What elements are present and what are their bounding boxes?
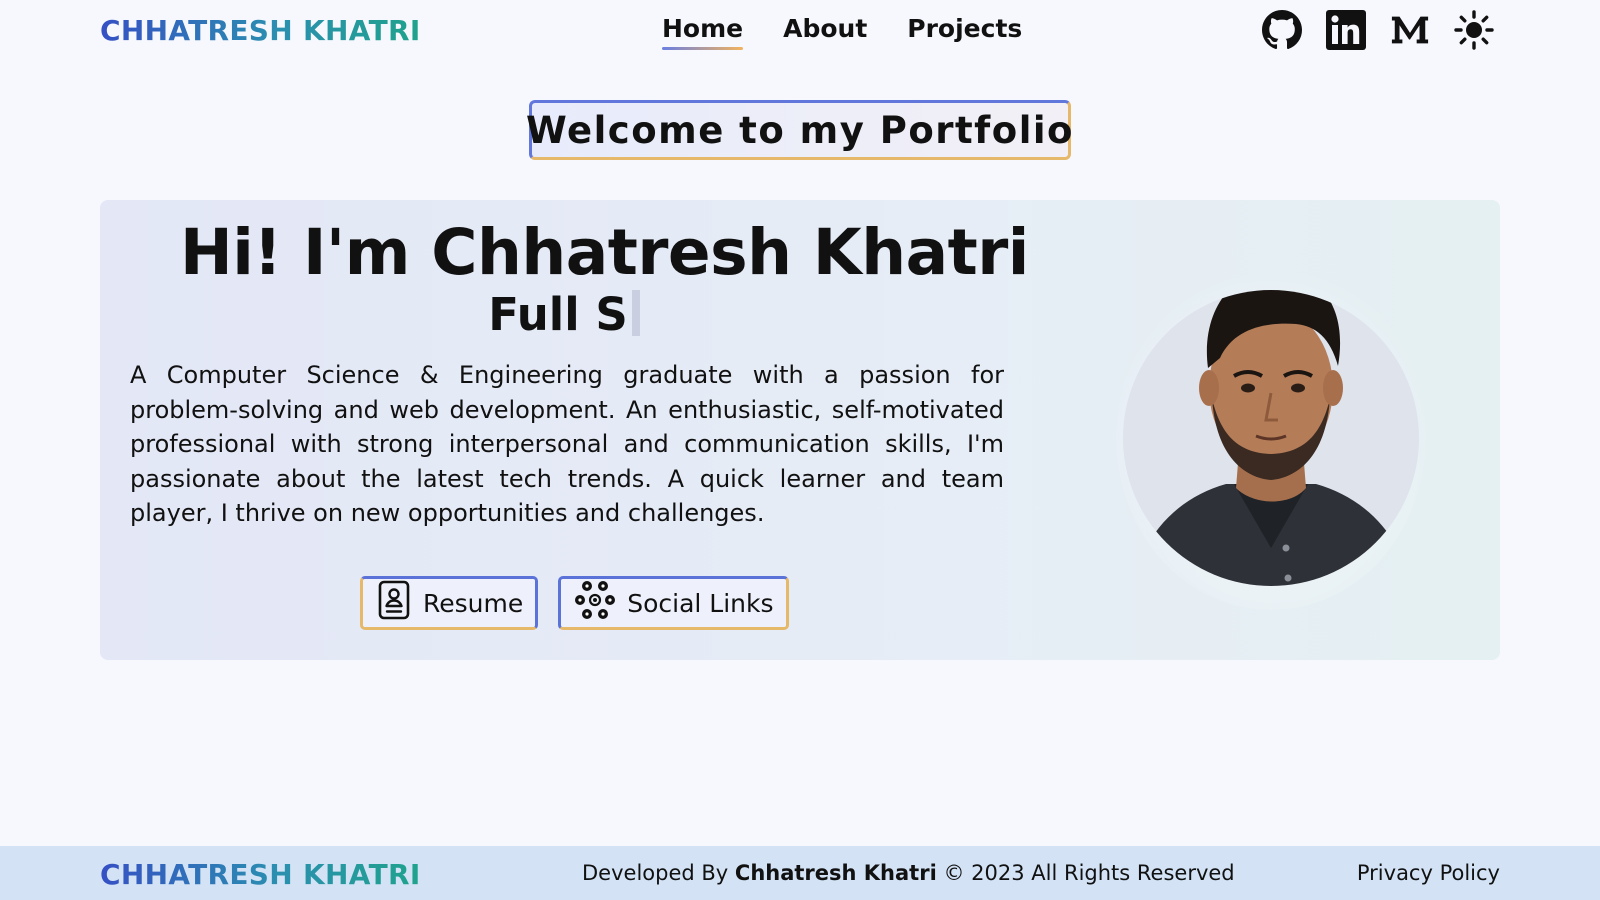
sun-icon[interactable] (1454, 10, 1494, 50)
hero-bio: A Computer Science & Engineering graduat… (130, 361, 1004, 527)
privacy-policy-link[interactable]: Privacy Policy (1357, 861, 1500, 885)
profile-photo (1116, 266, 1426, 610)
site-header: CHHATRESH KHATRI Home About Projects (0, 0, 1600, 62)
welcome-text: Welcome to my Portfolio (526, 108, 1074, 152)
credit-suffix: © 2023 All Rights Reserved (943, 861, 1235, 885)
social-links-button[interactable]: Social Links (558, 576, 789, 630)
site-logo[interactable]: CHHATRESH KHATRI (100, 14, 421, 47)
hero-role: Full S (180, 288, 948, 341)
footer-credit: Developed By Chhatresh Khatri © 2023 All… (582, 861, 1235, 885)
github-icon[interactable] (1262, 10, 1302, 50)
role-typed-text: Full S (488, 288, 628, 341)
main-nav: Home About Projects (662, 14, 1022, 50)
medium-icon[interactable] (1390, 10, 1430, 50)
nav-home[interactable]: Home (662, 14, 744, 50)
welcome-banner: Welcome to my Portfolio (526, 100, 1074, 160)
nav-about[interactable]: About (783, 14, 867, 43)
hero-buttons: Resume Social Links (360, 576, 789, 630)
resume-button[interactable]: Resume (360, 576, 539, 630)
credit-name: Chhatresh Khatri (734, 861, 937, 885)
typing-cursor (631, 290, 640, 336)
credit-prefix: Developed By (582, 861, 729, 885)
nav-projects[interactable]: Projects (907, 14, 1022, 43)
social-links-icon (575, 580, 616, 626)
hero-card: Hi! I'm Chhatresh Khatri Full S A Comput… (100, 200, 1500, 660)
social-links-label: Social Links (627, 588, 774, 618)
site-footer: CHHATRESH KHATRI Developed By Chhatresh … (0, 846, 1600, 900)
header-icons (1262, 10, 1494, 50)
footer-logo[interactable]: CHHATRESH KHATRI (100, 858, 421, 891)
resume-icon (377, 580, 411, 626)
resume-label: Resume (423, 588, 524, 618)
linkedin-icon[interactable] (1326, 10, 1366, 50)
hero-greeting: Hi! I'm Chhatresh Khatri (180, 216, 1029, 289)
